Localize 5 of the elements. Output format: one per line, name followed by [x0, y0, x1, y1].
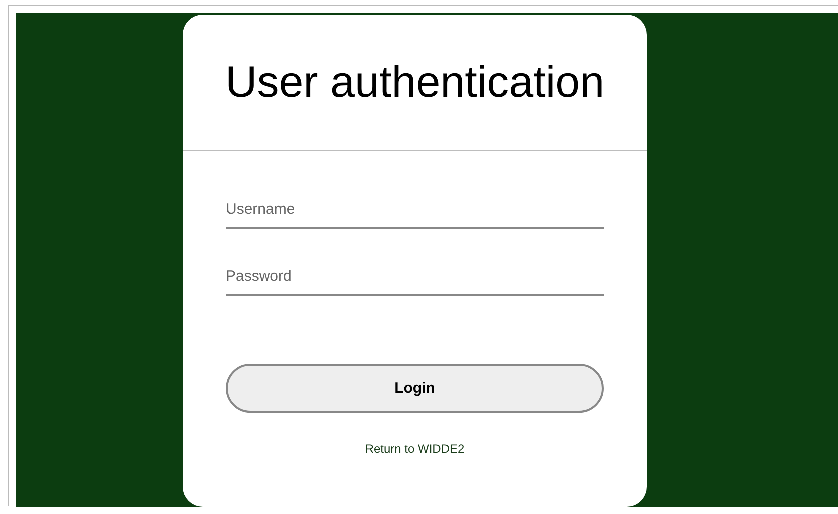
return-link[interactable]: Return to WIDDE2 [365, 442, 465, 456]
login-button[interactable]: Login [226, 364, 604, 413]
page-title: User authentication [225, 58, 605, 108]
password-field[interactable]: Password [226, 258, 604, 296]
username-field[interactable]: Username [226, 191, 604, 229]
